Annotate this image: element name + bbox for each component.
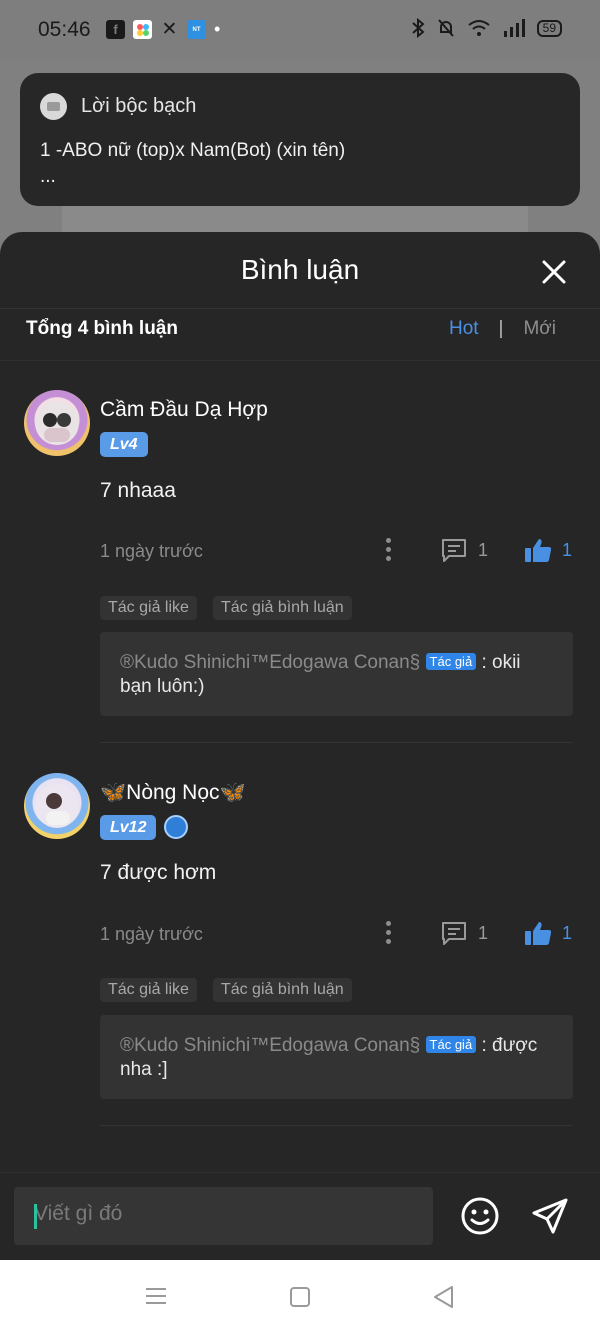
mute-bell-icon (437, 19, 454, 37)
bluetooth-icon (411, 18, 425, 38)
avatar[interactable] (24, 773, 90, 839)
facebook-icon: f (106, 20, 125, 39)
text-caret (34, 1204, 37, 1229)
divider (100, 742, 573, 743)
reply-button[interactable]: 1 (440, 920, 488, 946)
signal-icon (503, 19, 525, 37)
divider (0, 308, 600, 309)
comment-time: 1 ngày trước (100, 541, 203, 561)
author-reply[interactable]: ®Kudo Shinichi™Edogawa Conan§ Tác giả : … (100, 1015, 573, 1099)
thumbs-up-icon (525, 539, 552, 562)
notification-icons: f ✕ NT • (106, 19, 220, 40)
comment-time: 1 ngày trước (100, 924, 203, 944)
wifi-icon (468, 20, 490, 36)
like-count: 1 (562, 539, 573, 560)
popup-ellipsis: ... (40, 166, 56, 187)
sort-new-tab[interactable]: Mới (523, 318, 556, 340)
author-badge: Tác giả (425, 1036, 477, 1053)
thumbs-up-icon (525, 922, 552, 945)
comment-input-bar: Viết gì đó (0, 1172, 600, 1260)
system-nav-bar (0, 1260, 600, 1333)
author-reply-tag: Tác giả bình luận (212, 596, 352, 620)
author-like-tag: Tác giả like (100, 596, 197, 620)
system-icons: 59 (411, 18, 562, 38)
x-icon: ✕ (161, 19, 178, 40)
author-tags: Tác giả like Tác giả bình luận (100, 978, 352, 1002)
sheet-title: Bình luận (240, 254, 360, 285)
like-button[interactable]: 1 (524, 537, 572, 563)
sort-hot-tab[interactable]: Hot (449, 318, 479, 340)
like-button[interactable]: 1 (524, 920, 572, 946)
level-badge: Lv4 (100, 432, 148, 457)
popup-title: Lời bộc bạch (81, 95, 197, 117)
achievement-badge-icon (164, 815, 188, 839)
battery-indicator: 59 (536, 19, 562, 37)
author-reply[interactable]: ®Kudo Shinichi™Edogawa Conan§ Tác giả : … (100, 632, 573, 716)
comment-total: Tổng 4 bình luận (26, 318, 178, 339)
comment-text: 7 nhaaa (100, 479, 176, 502)
gallery-icon (133, 20, 152, 39)
sort-separator: | (498, 318, 504, 339)
author-badge: Tác giả (425, 653, 477, 670)
more-options-icon[interactable] (384, 921, 392, 947)
reply-count: 1 (478, 922, 489, 943)
comment-icon (442, 922, 466, 945)
username[interactable]: 🦋Nòng Nọc🦋 (100, 781, 246, 805)
reply-author: ®Kudo Shinichi™Edogawa Conan§ (120, 652, 421, 673)
username[interactable]: Cầm Đầu Dạ Hợp (100, 398, 268, 422)
emoji-icon[interactable] (460, 1196, 500, 1236)
home-icon[interactable] (290, 1287, 310, 1307)
level-badge: Lv12 (100, 815, 157, 840)
author-tags: Tác giả like Tác giả bình luận (100, 596, 352, 620)
intro-popup: Lời bộc bạch 1 -ABO nữ (top)x Nam(Bot) (… (20, 73, 580, 206)
popup-text: 1 -ABO nữ (top)x Nam(Bot) (xin tên) (40, 140, 346, 161)
comments-sheet: Bình luận Tổng 4 bình luận Hot | Mới Cầm… (0, 232, 600, 1260)
back-icon[interactable] (432, 1285, 454, 1309)
avatar[interactable] (24, 390, 90, 456)
send-icon[interactable] (530, 1196, 570, 1236)
novel-toon-icon: NT (187, 20, 206, 39)
more-options-icon[interactable] (384, 538, 392, 564)
comment-icon (442, 539, 466, 562)
status-bar: 05:46 f ✕ NT • 59 (0, 0, 600, 60)
menu-icon[interactable] (145, 1287, 167, 1305)
dot: • (214, 19, 221, 39)
comment-text: 7 được hơm (100, 861, 217, 884)
like-count: 1 (562, 922, 573, 943)
author-like-tag: Tác giả like (100, 978, 197, 1002)
divider (0, 360, 600, 361)
reply-count: 1 (478, 539, 489, 560)
comment-input[interactable]: Viết gì đó (14, 1187, 433, 1245)
author-reply-tag: Tác giả bình luận (212, 978, 352, 1002)
clock: 05:46 (38, 18, 91, 41)
message-icon (40, 93, 67, 120)
reply-author: ®Kudo Shinichi™Edogawa Conan§ (120, 1035, 421, 1056)
close-icon[interactable] (538, 256, 570, 288)
divider (100, 1125, 573, 1126)
sort-options: Hot | Mới (449, 318, 556, 340)
reply-button[interactable]: 1 (440, 537, 488, 563)
